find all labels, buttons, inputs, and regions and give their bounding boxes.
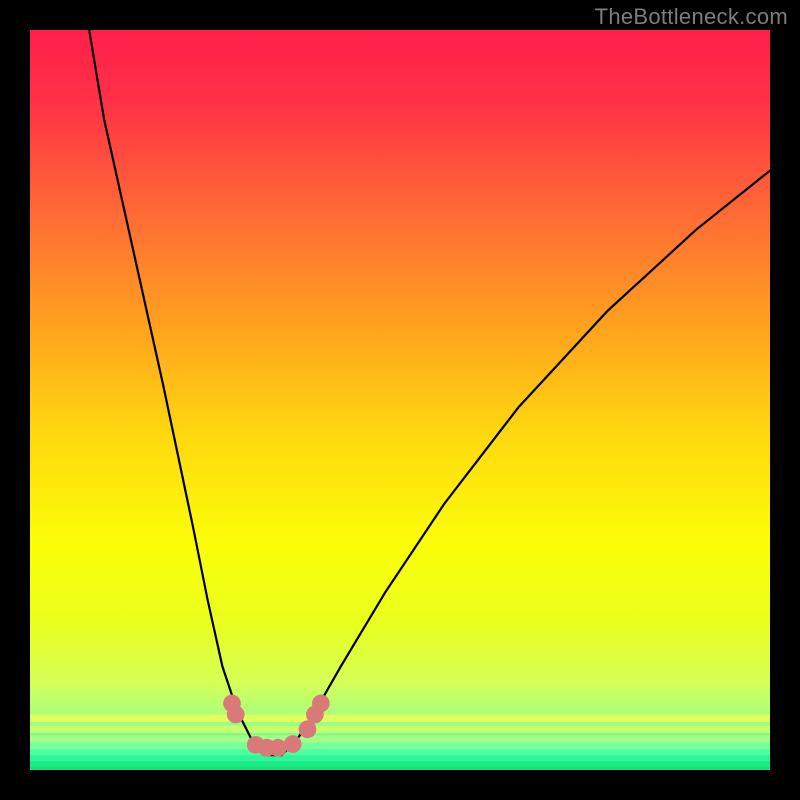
threshold-marker bbox=[227, 706, 245, 724]
curve-layer bbox=[30, 30, 770, 770]
threshold-marker bbox=[284, 735, 302, 753]
chart-frame: TheBottleneck.com bbox=[0, 0, 800, 800]
threshold-markers bbox=[223, 695, 330, 757]
threshold-marker bbox=[269, 739, 287, 757]
threshold-marker bbox=[312, 695, 330, 713]
plot-area bbox=[30, 30, 770, 770]
bottleneck-curve bbox=[89, 30, 770, 755]
watermark-text: TheBottleneck.com bbox=[595, 4, 788, 30]
